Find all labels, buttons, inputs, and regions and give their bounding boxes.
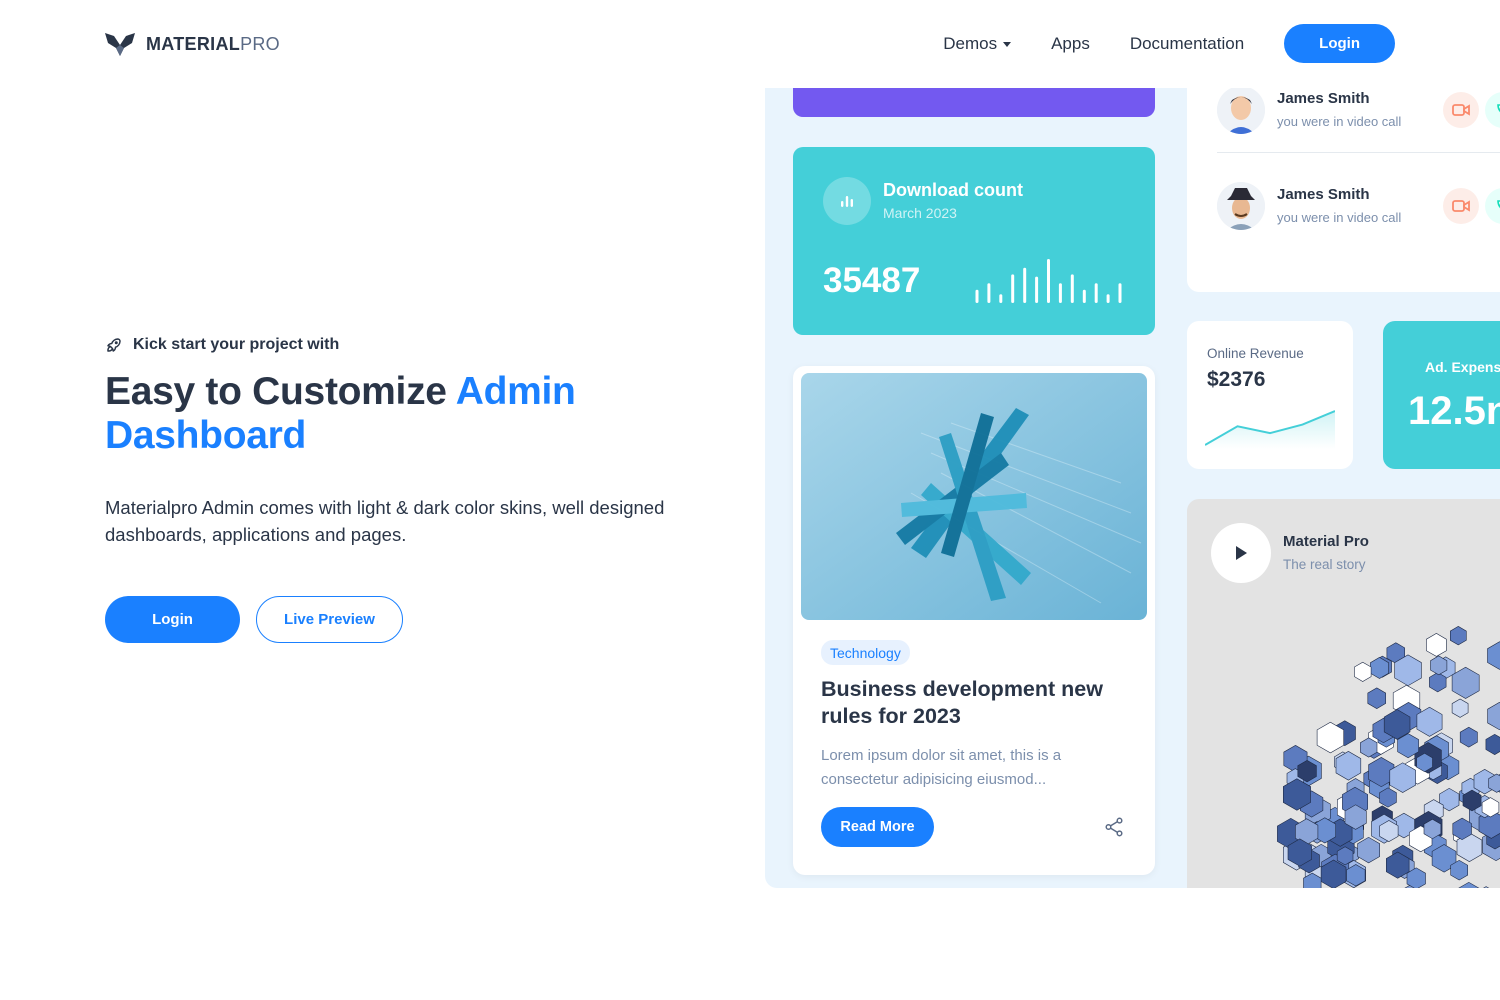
download-count-card: Download count March 2023 35487 [793, 147, 1155, 335]
download-count-value: 35487 [823, 261, 921, 300]
video-title: Material Pro [1283, 533, 1369, 550]
nav-demos[interactable]: Demos [943, 33, 1012, 54]
call-status: you were in video call [1277, 210, 1402, 225]
blog-card: Technology Business development new rule… [793, 366, 1155, 875]
call-status: you were in video call [1277, 114, 1402, 129]
login-button[interactable]: Login [105, 596, 240, 643]
revenue-sparkline [1205, 410, 1335, 449]
download-bar [1011, 274, 1015, 303]
revenue-label: Online Revenue [1207, 346, 1304, 361]
recent-calls-card: James Smith you were in video call James [1187, 88, 1500, 292]
read-more-button[interactable]: Read More [821, 807, 934, 847]
video-subtitle: The real story [1283, 557, 1366, 572]
brand-logo[interactable]: MATERIALPRO [104, 31, 280, 57]
headline-part1: Easy to Customize [105, 370, 447, 413]
download-bar [999, 294, 1003, 303]
play-button[interactable] [1211, 523, 1271, 583]
nav-documentation[interactable]: Documentation [1130, 34, 1244, 54]
nav-demos-label: Demos [943, 33, 998, 53]
blog-excerpt: Lorem ipsum dolor sit amet, this is a co… [821, 747, 1062, 788]
nav-apps[interactable]: Apps [1051, 34, 1090, 54]
top-navbar: MATERIALPRO Demos Apps Documentation Log… [0, 0, 1500, 88]
video-icon [1452, 104, 1470, 116]
video-icon [1452, 200, 1470, 212]
caller-name: James Smith [1277, 90, 1370, 107]
dashboard-preview-panel: Download count March 2023 35487 Technolo… [765, 88, 1500, 888]
avatar [1217, 182, 1265, 230]
call-item[interactable]: James Smith you were in video call [1217, 88, 1500, 142]
category-tag[interactable]: Technology [821, 640, 910, 665]
download-bar [1070, 274, 1074, 303]
download-bar [1035, 276, 1039, 303]
download-card-title: Download count [883, 180, 1023, 200]
headline-accent-2: Dashboard [105, 414, 307, 457]
play-icon [1236, 546, 1247, 560]
ad-expense-card: Ad. Expens 12.5n [1383, 321, 1500, 469]
hero-actions: Login Live Preview [105, 596, 665, 643]
download-bar [1047, 259, 1050, 303]
download-bar [1023, 267, 1027, 303]
download-bar [1118, 283, 1122, 303]
hero-headline: Easy to Customize Admin Dashboard [105, 370, 665, 458]
call-item[interactable]: James Smith you were in video call [1217, 182, 1500, 238]
download-bar [1082, 289, 1086, 303]
revenue-sparkline-area [1205, 411, 1335, 449]
avatar [1217, 88, 1265, 134]
headline-accent: Admin [455, 370, 576, 413]
expense-value: 12.5n [1408, 389, 1500, 433]
blog-cover-image [801, 373, 1147, 620]
nav-login-button[interactable]: Login [1284, 24, 1395, 63]
download-bar [975, 289, 979, 303]
download-bar [1094, 283, 1098, 303]
video-call-button[interactable] [1443, 92, 1479, 128]
phone-icon [1497, 104, 1500, 113]
phone-call-button[interactable] [1485, 92, 1500, 128]
hero-section: Kick start your project with Easy to Cus… [105, 336, 665, 643]
abstract-sphere-image [1277, 626, 1500, 888]
phone-icon [1497, 200, 1500, 209]
download-bar [987, 283, 991, 303]
bar-chart-icon [823, 177, 871, 225]
expense-label: Ad. Expens [1425, 359, 1500, 375]
caller-name: James Smith [1277, 186, 1370, 203]
online-revenue-card: Online Revenue $2376 [1187, 321, 1353, 469]
live-preview-button[interactable]: Live Preview [256, 596, 403, 643]
video-call-button[interactable] [1443, 188, 1479, 224]
download-bar [1058, 283, 1062, 303]
materialpro-logo-icon [105, 33, 135, 56]
rocket-icon [107, 338, 121, 352]
main-nav: Demos Apps Documentation Login [943, 24, 1395, 63]
phone-call-button[interactable] [1485, 188, 1500, 224]
hero-description: Materialpro Admin comes with light & dar… [105, 497, 665, 545]
chevron-down-icon [1003, 42, 1012, 47]
video-card: Material Pro The real story [1187, 499, 1500, 888]
hero-kicker: Kick start your project with [105, 336, 665, 354]
share-icon[interactable] [1103, 816, 1125, 838]
download-card-subtitle: March 2023 [883, 205, 957, 221]
purple-card-fragment [793, 88, 1155, 117]
download-bars-chart [975, 259, 1122, 303]
hero-kicker-text: Kick start your project with [133, 336, 340, 353]
download-bar [1106, 294, 1110, 303]
revenue-value: $2376 [1207, 368, 1266, 391]
brand-name: MATERIALPRO [146, 33, 280, 54]
blog-title[interactable]: Business development new rules for 2023 [821, 676, 1131, 730]
divider [1217, 152, 1500, 153]
